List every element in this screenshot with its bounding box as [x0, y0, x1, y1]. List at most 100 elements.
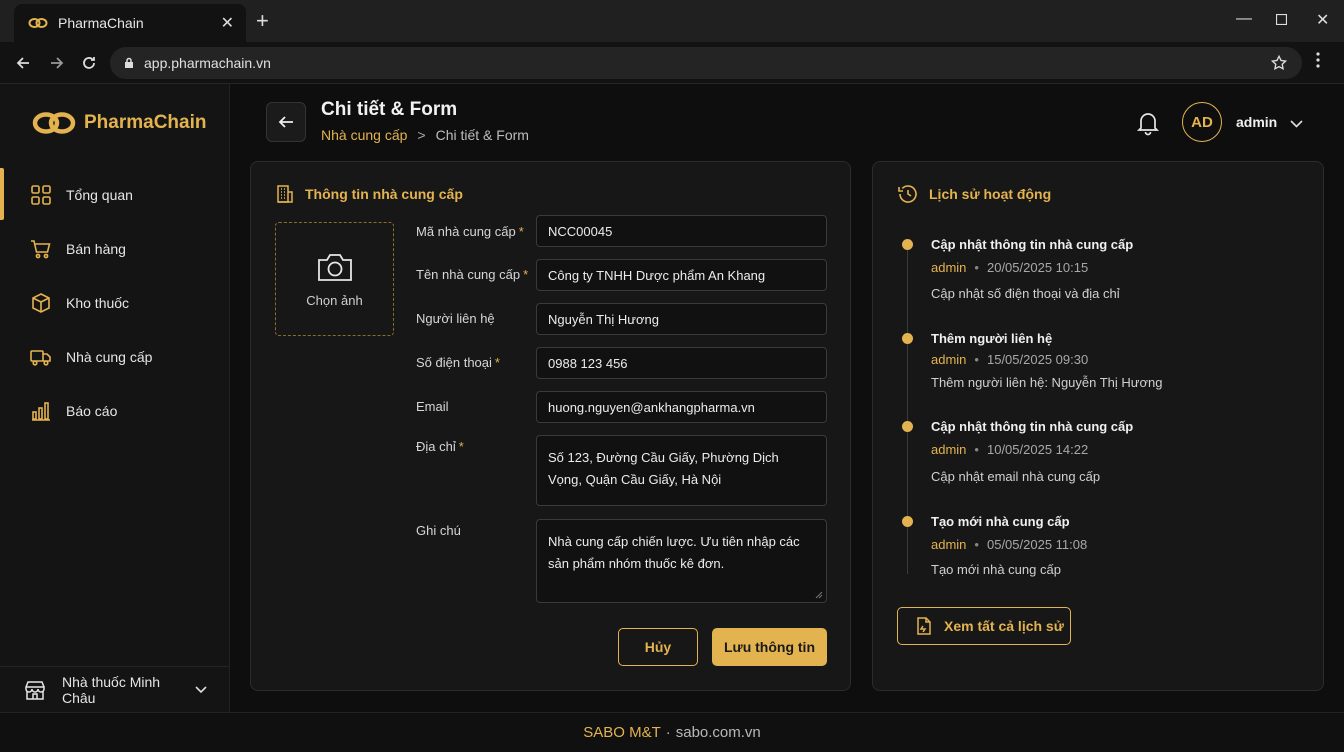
- truck-icon: [30, 350, 51, 366]
- cancel-button[interactable]: Hủy: [618, 628, 698, 666]
- store-selector[interactable]: Nhà thuốc Minh Châu: [0, 666, 229, 712]
- building-icon: [277, 185, 293, 203]
- sidebar-item-label: Bán hàng: [66, 241, 126, 257]
- photo-upload[interactable]: Chọn ảnh: [275, 222, 394, 336]
- store-name: Nhà thuốc Minh Châu: [62, 673, 161, 706]
- grid-icon: [31, 185, 51, 205]
- field-label: Số điện thoại *: [416, 355, 500, 370]
- url-field[interactable]: app.pharmachain.vn: [110, 47, 1302, 79]
- bookmark-star-icon[interactable]: [1270, 54, 1288, 72]
- address-textarea[interactable]: Số 123, Đường Cầu Giấy, Phường Dịch Vọng…: [536, 435, 827, 506]
- timeline-title: Tạo mới nhà cung cấp: [931, 514, 1070, 529]
- history-icon: [898, 185, 917, 203]
- sidebar-item-nha-cung-cap[interactable]: Nhà cung cấp: [0, 330, 229, 384]
- photo-label: Chọn ảnh: [306, 292, 363, 308]
- field-label: Ghi chú: [416, 523, 461, 538]
- lock-icon: [125, 57, 133, 68]
- bar-chart-icon: [32, 402, 50, 421]
- view-all-label: Xem tất cả lịch sử: [944, 618, 1064, 634]
- close-window-icon[interactable]: ✕: [1316, 10, 1329, 30]
- resize-handle-icon[interactable]: [815, 591, 823, 599]
- field-label: Tên nhà cung cấp *: [416, 267, 529, 282]
- sidebar-item-label: Nhà cung cấp: [66, 349, 153, 365]
- note-text: Nhà cung cấp chiến lược. Ưu tiên nhập cá…: [548, 534, 800, 571]
- page-title: Chi tiết & Form: [321, 99, 458, 120]
- arrow-left-icon: [278, 116, 293, 128]
- field-label: Người liên hệ: [416, 311, 495, 326]
- footer: SABO M&T · sabo.com.vn: [0, 712, 1344, 752]
- cart-icon: [31, 240, 51, 259]
- breadcrumb-parent-link[interactable]: Nhà cung cấp: [321, 127, 407, 143]
- footer-site[interactable]: sabo.com.vn: [676, 724, 761, 741]
- minimize-icon[interactable]: —: [1236, 10, 1252, 28]
- timeline-dot: [902, 333, 913, 344]
- save-button[interactable]: Lưu thông tin: [712, 628, 827, 666]
- chevron-down-icon: [195, 685, 207, 693]
- sidebar-item-label: Tổng quan: [66, 187, 133, 203]
- supplier-name-input[interactable]: Công ty TNHH Dược phẩm An Khang: [536, 259, 827, 291]
- brand[interactable]: PharmaChain: [32, 110, 206, 136]
- timeline-dot: [902, 421, 913, 432]
- reload-icon[interactable]: [78, 52, 100, 74]
- sidebar-item-label: Báo cáo: [66, 403, 118, 419]
- browser-menu-icon[interactable]: [1316, 52, 1320, 73]
- tab-title: PharmaChain: [58, 15, 144, 31]
- supplier-code-input[interactable]: NCC00045: [536, 215, 827, 247]
- bell-icon[interactable]: [1136, 110, 1160, 141]
- maximize-icon[interactable]: [1275, 12, 1288, 30]
- form-card-title: Thông tin nhà cung cấp: [275, 184, 463, 204]
- chevron-down-icon[interactable]: [1290, 115, 1303, 133]
- breadcrumb-current: Chi tiết & Form: [435, 127, 529, 143]
- browser-tab[interactable]: PharmaChain ✕: [14, 4, 246, 42]
- timeline-title: Cập nhật thông tin nhà cung cấp: [931, 419, 1134, 434]
- browser-tab-bar: PharmaChain ✕ + — ✕: [0, 0, 1344, 42]
- footer-separator: ·: [665, 724, 671, 741]
- sidebar-item-kho-thuoc[interactable]: Kho thuốc: [0, 276, 229, 330]
- url-text: app.pharmachain.vn: [144, 55, 271, 71]
- phone-input[interactable]: 0988 123 456: [536, 347, 827, 379]
- sidebar-item-bao-cao[interactable]: Báo cáo: [0, 384, 229, 438]
- box-icon: [32, 293, 50, 313]
- timeline-desc: Thêm người liên hệ: Nguyễn Thị Hương: [931, 375, 1163, 390]
- activity-history-card: Lịch sử hoạt động Cập nhật thông tin nhà…: [872, 161, 1324, 691]
- timeline-title: Thêm người liên hệ: [931, 331, 1053, 346]
- form-title-text: Thông tin nhà cung cấp: [305, 186, 463, 202]
- address-bar: app.pharmachain.vn: [0, 42, 1344, 84]
- field-label: Email: [416, 399, 449, 414]
- timeline-desc: Cập nhật email nhà cung cấp: [931, 469, 1101, 484]
- history-title-text: Lịch sử hoạt động: [929, 186, 1052, 202]
- avatar[interactable]: AD: [1182, 102, 1222, 142]
- timeline-desc: Tạo mới nhà cung cấp: [931, 562, 1061, 577]
- footer-brand: SABO M&T: [583, 724, 661, 741]
- breadcrumb-separator: >: [417, 127, 426, 143]
- timeline-meta: admin • 05/05/2025 11:08: [931, 537, 1088, 552]
- sidebar-item-ban-hang[interactable]: Bán hàng: [0, 222, 229, 276]
- sidebar-item-tong-quan[interactable]: Tổng quan: [0, 168, 229, 222]
- pharmachain-logo-icon: [28, 18, 48, 28]
- timeline-title: Cập nhật thông tin nhà cung cấp: [931, 237, 1134, 252]
- field-label: Mã nhà cung cấp *: [416, 224, 524, 239]
- document-icon: [917, 617, 931, 635]
- timeline-dot: [902, 239, 913, 250]
- view-all-history-button[interactable]: Xem tất cả lịch sử: [897, 607, 1071, 645]
- username[interactable]: admin: [1236, 114, 1277, 130]
- email-input[interactable]: huong.nguyen@ankhangpharma.vn: [536, 391, 827, 423]
- timeline-dot: [902, 516, 913, 527]
- brand-name: PharmaChain: [84, 112, 207, 133]
- new-tab-icon[interactable]: +: [256, 9, 269, 33]
- back-button[interactable]: [266, 102, 306, 142]
- contact-person-input[interactable]: Nguyễn Thị Hương: [536, 303, 827, 335]
- back-nav-icon[interactable]: [12, 52, 34, 74]
- sidebar-item-label: Kho thuốc: [66, 295, 130, 311]
- close-tab-icon[interactable]: ✕: [221, 13, 234, 33]
- sidebar: PharmaChain Tổng quan Bán hàng Kho thuốc: [0, 84, 230, 712]
- history-card-title: Lịch sử hoạt động: [897, 184, 1051, 204]
- note-textarea[interactable]: Nhà cung cấp chiến lược. Ưu tiên nhập cá…: [536, 519, 827, 603]
- forward-nav-icon[interactable]: [46, 52, 68, 74]
- timeline-meta: admin • 20/05/2025 10:15: [931, 260, 1089, 275]
- store-icon: [25, 680, 45, 700]
- breadcrumb: Nhà cung cấp > Chi tiết & Form: [321, 127, 529, 143]
- timeline-meta: admin • 10/05/2025 14:22: [931, 442, 1089, 457]
- camera-icon: [317, 253, 352, 281]
- pharmachain-logo-icon: [32, 112, 76, 134]
